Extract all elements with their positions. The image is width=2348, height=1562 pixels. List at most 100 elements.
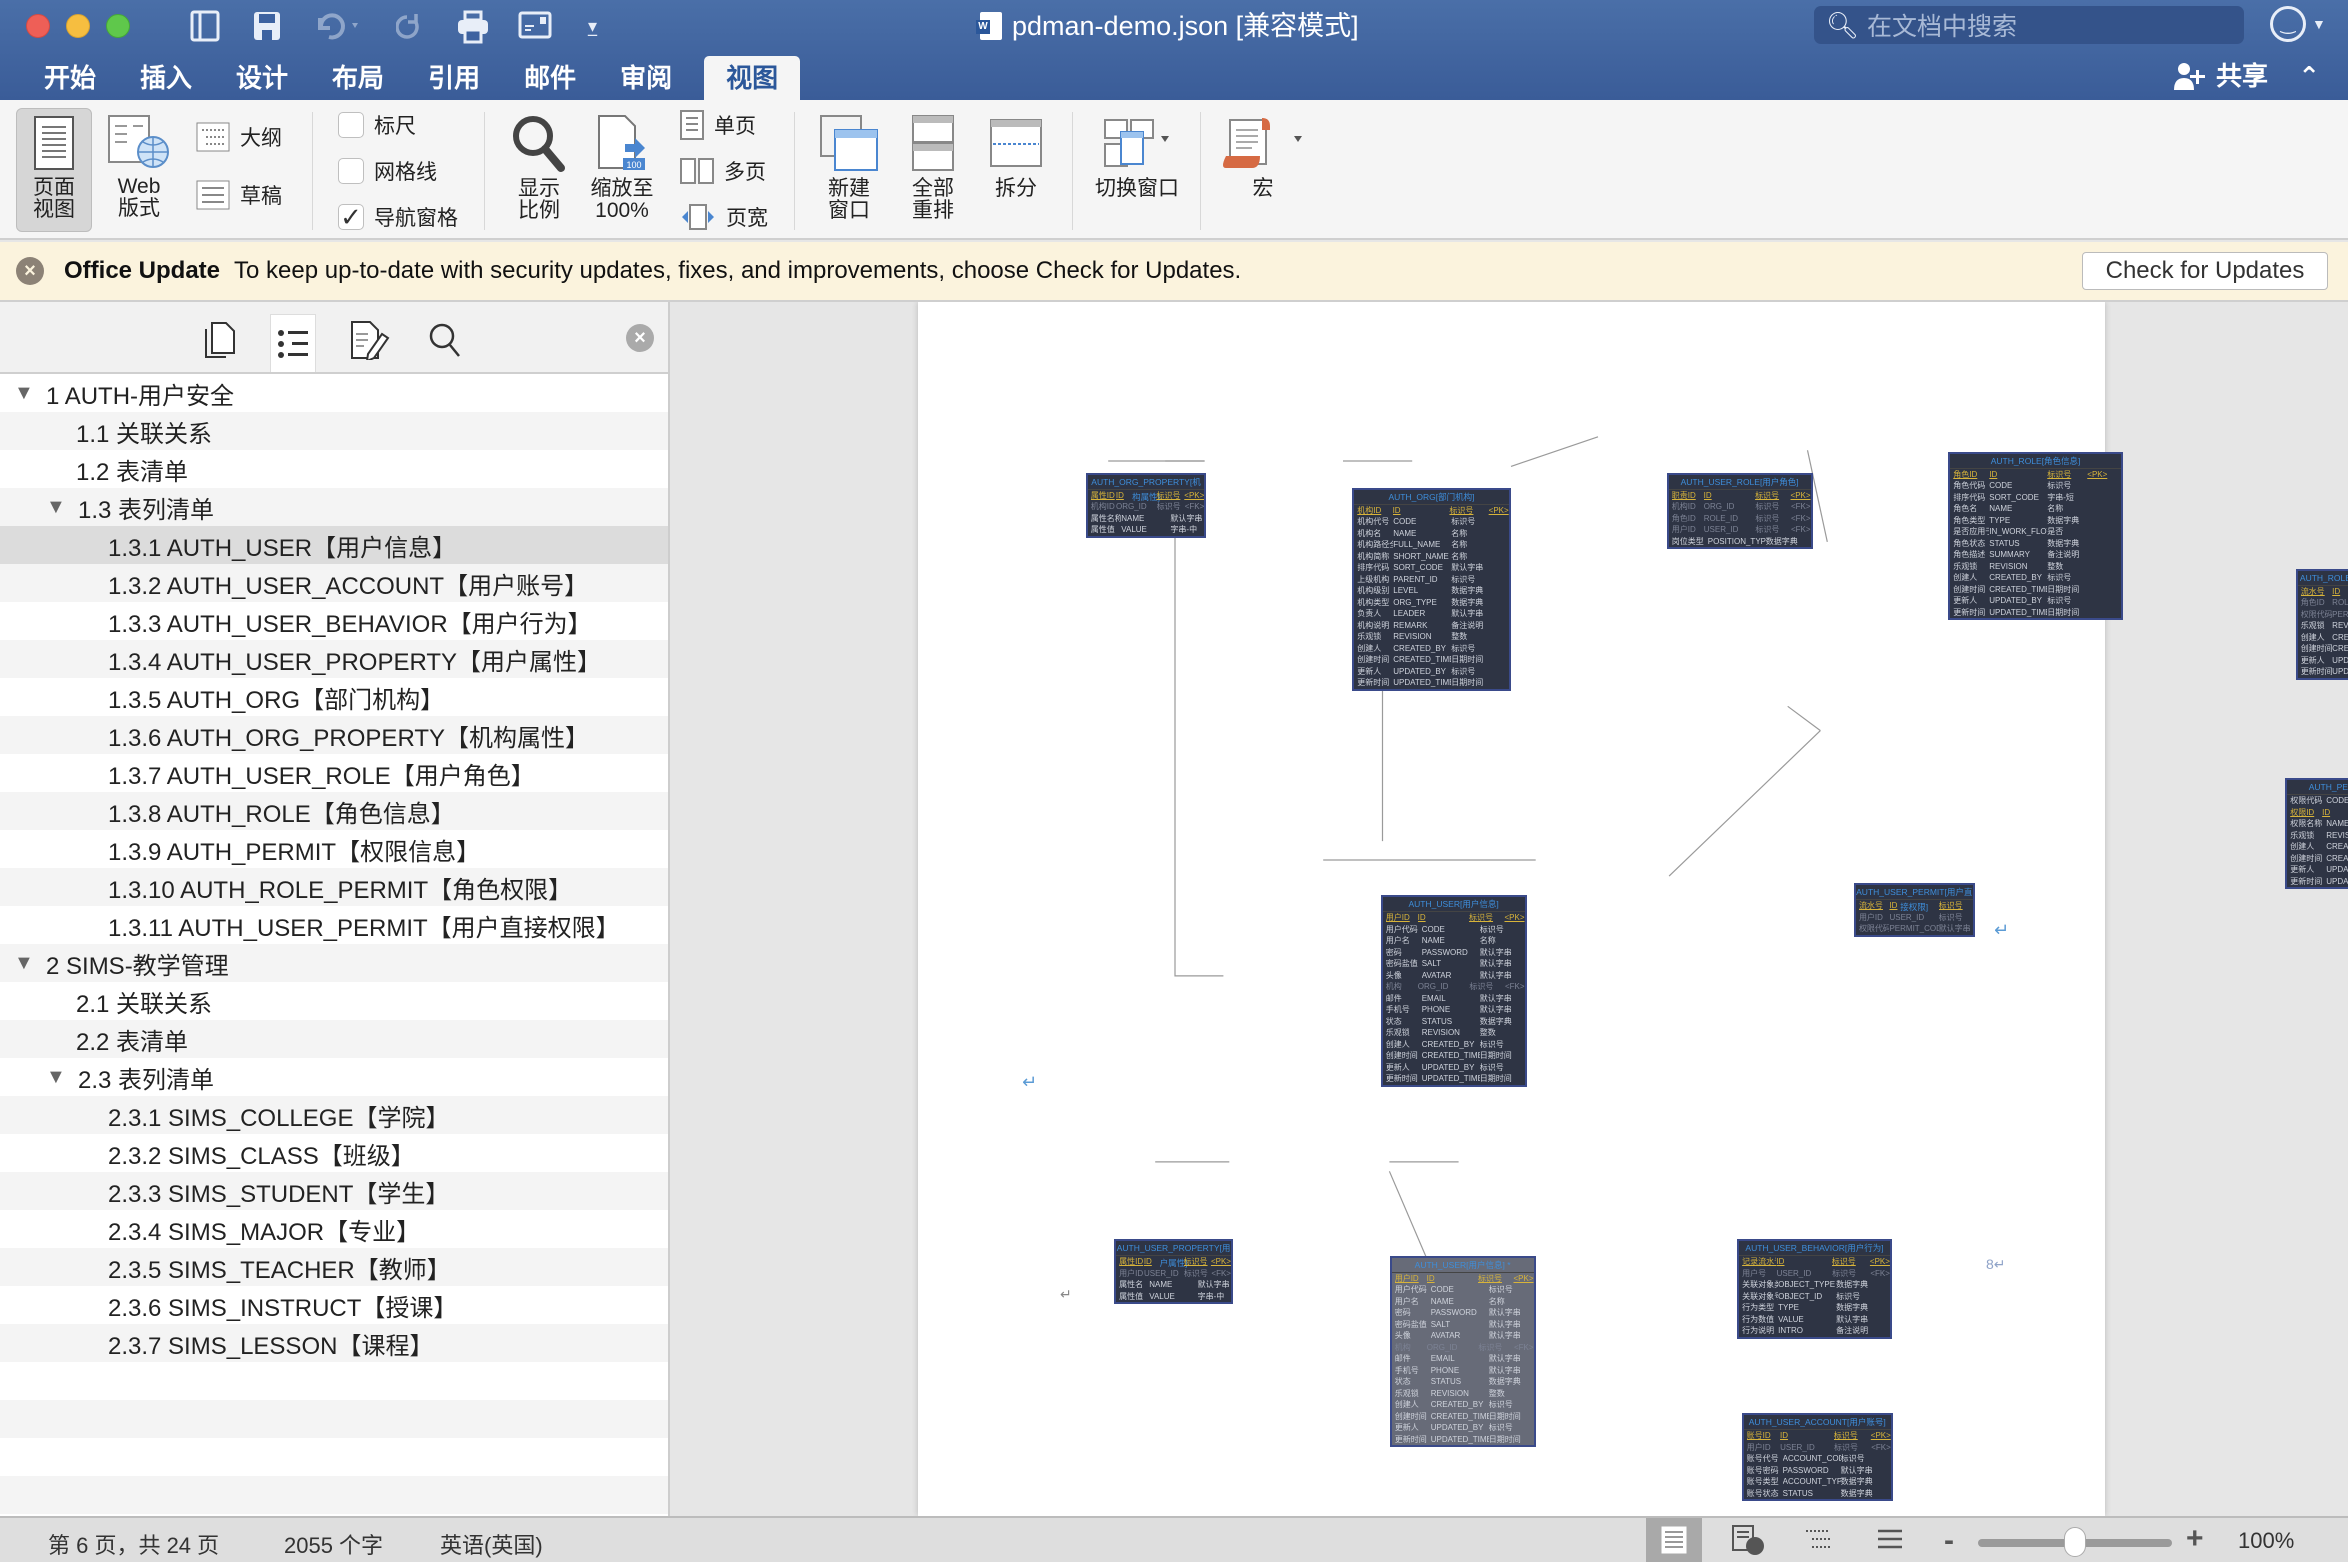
tab-4[interactable]: 引用 — [406, 56, 502, 100]
document-map-tab[interactable] — [270, 314, 316, 372]
tab-0[interactable]: 开始 — [0, 56, 118, 100]
erd-cell: 标识号 — [1479, 924, 1504, 934]
zoom-slider[interactable] — [1978, 1527, 2172, 1557]
expand-triangle-icon[interactable]: ▼ — [14, 952, 34, 975]
customize-toolbar-button[interactable]: ▾̲ — [588, 10, 597, 42]
save-button[interactable] — [252, 10, 282, 42]
expand-triangle-icon[interactable]: ▼ — [14, 382, 34, 405]
multiple-pages-button[interactable]: 多页 — [680, 156, 766, 186]
nav-pane-check-box[interactable]: ✓ — [338, 202, 364, 232]
gridlines-check-box[interactable] — [338, 158, 364, 184]
nav-item[interactable]: 2.3.6 SIMS_INSTRUCT【授课】 — [0, 1286, 668, 1324]
nav-item[interactable]: 1.3.4 AUTH_USER_PROPERTY【用户属性】 — [0, 640, 668, 678]
word-count[interactable]: 2055 个字 — [284, 1528, 383, 1560]
nav-item[interactable]: 1.3.6 AUTH_ORG_PROPERTY【机构属性】 — [0, 716, 668, 754]
nav-item[interactable]: 2.3.5 SIMS_TEACHER【教师】 — [0, 1248, 668, 1286]
ruler-check-box[interactable] — [338, 112, 364, 138]
nav-item[interactable]: ▼ 1.3 表列清单 — [0, 488, 668, 526]
undo-button[interactable] — [312, 10, 364, 42]
nav-item[interactable]: 1.3.11 AUTH_USER_PERMIT【用户直接权限】 — [0, 906, 668, 944]
redo-button[interactable] — [396, 10, 426, 42]
thumbnails-tab[interactable] — [196, 316, 242, 364]
macros-button[interactable]: 宏 — [1218, 114, 1308, 200]
nav-item[interactable]: 2.1 关联关系 — [0, 982, 668, 1020]
reviewing-tab[interactable] — [346, 316, 392, 364]
print-button[interactable] — [456, 10, 490, 44]
nav-item[interactable]: 1.2 表清单 — [0, 450, 668, 488]
new-window-button[interactable]: 新建 窗口 — [816, 114, 882, 222]
switch-window-label: 切换窗口 — [1095, 177, 1179, 200]
nav-item[interactable]: ▼ 1 AUTH-用户安全 — [0, 374, 668, 412]
zoom-out-button[interactable]: - — [1944, 1524, 1954, 1558]
tab-6[interactable]: 审阅 — [598, 56, 694, 100]
tab-1[interactable]: 插入 — [118, 56, 214, 100]
erd-cell: 创建人 — [1953, 573, 1978, 583]
tab-2[interactable]: 设计 — [214, 56, 310, 100]
split-button[interactable]: 拆分 — [986, 114, 1046, 200]
page-width-button[interactable]: 页宽 — [680, 202, 768, 232]
page-view-button[interactable]: 页面 视图 — [16, 108, 92, 232]
nav-item[interactable]: 2.3.2 SIMS_CLASS【班级】 — [0, 1134, 668, 1172]
draft-view-button[interactable]: 草稿 — [196, 180, 282, 210]
nav-item[interactable]: ▼ 2 SIMS-教学管理 — [0, 944, 668, 982]
switch-window-button[interactable]: 切换窗口 — [1090, 114, 1184, 200]
arrange-all-button[interactable]: 全部 重排 — [902, 114, 964, 222]
zoom-button[interactable]: 显示 比例 — [506, 114, 572, 222]
share-button[interactable]: 共享 — [2173, 58, 2268, 94]
check-for-updates-button[interactable]: Check for Updates — [2082, 252, 2328, 290]
zoom-window-button[interactable] — [106, 14, 130, 38]
minimize-window-button[interactable] — [66, 14, 90, 38]
tab-5[interactable]: 邮件 — [502, 56, 598, 100]
expand-triangle-icon[interactable]: ▼ — [46, 496, 66, 519]
close-navigation-pane-button[interactable]: × — [626, 324, 654, 352]
nav-item[interactable]: 1.3.8 AUTH_ROLE【角色信息】 — [0, 792, 668, 830]
zoom-level[interactable]: 100% — [2238, 1528, 2294, 1554]
collapse-ribbon-button[interactable]: ⌃ — [2298, 58, 2320, 94]
print-layout-view-button[interactable] — [1646, 1518, 1702, 1562]
draft-view-button[interactable] — [1862, 1518, 1918, 1562]
erd-cell: 标识号 — [1479, 1039, 1504, 1049]
nav-item[interactable]: 1.3.3 AUTH_USER_BEHAVIOR【用户行为】 — [0, 602, 668, 640]
mail-merge-button[interactable] — [518, 10, 552, 42]
search-tab[interactable] — [422, 316, 468, 364]
tab-3[interactable]: 布局 — [310, 56, 406, 100]
nav-item[interactable]: 1.3.7 AUTH_USER_ROLE【用户角色】 — [0, 754, 668, 792]
nav-pane-checkbox[interactable]: ✓ 导航窗格 — [338, 202, 458, 232]
one-page-button[interactable]: 单页 — [680, 110, 756, 140]
search-document-field[interactable]: 🔍︎ 在文档中搜索 — [1814, 6, 2244, 44]
erd-cell: 数据字典 — [1451, 597, 1484, 607]
ruler-checkbox[interactable]: 标尺 — [338, 110, 416, 140]
nav-item[interactable]: 1.3.10 AUTH_ROLE_PERMIT【角色权限】 — [0, 868, 668, 906]
nav-item[interactable]: 2.3.3 SIMS_STUDENT【学生】 — [0, 1172, 668, 1210]
feedback-smiley-button[interactable]: ‿ — [2270, 6, 2306, 42]
web-layout-view-button[interactable] — [1720, 1518, 1776, 1562]
gridlines-checkbox[interactable]: 网格线 — [338, 156, 437, 186]
language-indicator[interactable]: 英语(英国) — [440, 1528, 543, 1560]
feedback-caret-icon[interactable]: ▼ — [2312, 16, 2326, 32]
page-count[interactable]: 第 6 页，共 24 页 — [48, 1528, 219, 1560]
erd-table-title: AUTH_USER_PERMIT[用户直接权限] — [1855, 887, 1973, 913]
nav-item[interactable]: 1.3.1 AUTH_USER【用户信息】 — [0, 526, 668, 564]
outline-view-button[interactable] — [1790, 1518, 1846, 1562]
nav-item[interactable]: 1.3.9 AUTH_PERMIT【权限信息】 — [0, 830, 668, 868]
close-window-button[interactable] — [26, 14, 50, 38]
nav-item[interactable]: 2.2 表清单 — [0, 1020, 668, 1058]
nav-item[interactable]: 2.3.1 SIMS_COLLEGE【学院】 — [0, 1096, 668, 1134]
nav-item[interactable]: ▼ 2.3 表列清单 — [0, 1058, 668, 1096]
nav-item[interactable]: 1.3.2 AUTH_USER_ACCOUNT【用户账号】 — [0, 564, 668, 602]
erd-cell: 数据字典 — [2047, 538, 2080, 548]
zoom-100-button[interactable]: 100 缩放至 100% — [586, 114, 658, 222]
zoom-in-button[interactable]: + — [2186, 1522, 2204, 1556]
nav-item[interactable]: 1.3.5 AUTH_ORG【部门机构】 — [0, 678, 668, 716]
outline-view-button[interactable]: 大纲 — [196, 122, 282, 152]
zoom-slider-knob[interactable] — [2064, 1527, 2086, 1557]
nav-item[interactable]: 2.3.7 SIMS_LESSON【课程】 — [0, 1324, 668, 1362]
web-layout-button[interactable]: Web 版式 — [104, 114, 174, 220]
expand-triangle-icon[interactable]: ▼ — [46, 1066, 66, 1089]
dismiss-notification-icon[interactable]: × — [16, 257, 44, 285]
nav-item[interactable]: 2.3.4 SIMS_MAJOR【专业】 — [0, 1210, 668, 1248]
erd-column-row: 更新人 UPDATED_BY 标识号 — [1383, 1062, 1525, 1074]
tab-7[interactable]: 视图 — [704, 56, 801, 100]
nav-item[interactable]: 1.1 关联关系 — [0, 412, 668, 450]
sidebar-toggle-button[interactable] — [190, 10, 220, 42]
